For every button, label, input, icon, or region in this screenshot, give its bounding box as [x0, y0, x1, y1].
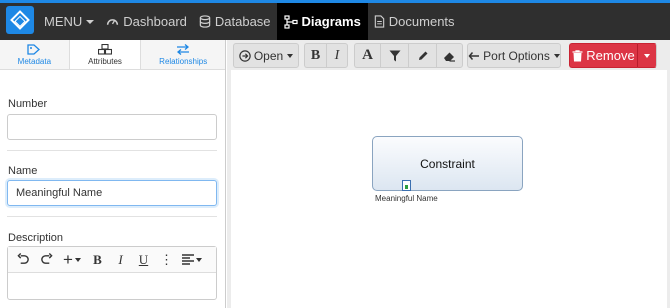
- tab-attributes[interactable]: Attributes: [69, 40, 142, 69]
- constraint-node[interactable]: Constraint: [372, 136, 523, 191]
- document-icon: [374, 15, 385, 28]
- menu-dropdown[interactable]: MENU: [38, 3, 100, 40]
- description-label: Description: [8, 232, 64, 244]
- divider: [7, 216, 217, 217]
- tab-relationships-label: Relationships: [159, 56, 208, 66]
- filter-icon: [389, 50, 400, 61]
- italic-button[interactable]: I: [109, 250, 132, 270]
- nav-database[interactable]: Database: [193, 3, 277, 40]
- font-button[interactable]: A: [354, 43, 380, 68]
- italic-button[interactable]: I: [326, 43, 348, 68]
- tag-icon: [27, 43, 41, 55]
- exchange-icon: [177, 43, 190, 55]
- nav-database-label: Database: [214, 14, 271, 29]
- open-button[interactable]: Open: [233, 43, 299, 68]
- divider: [7, 150, 217, 151]
- undo-icon: [17, 253, 29, 264]
- undo-button[interactable]: [12, 250, 35, 270]
- pencil-button[interactable]: [408, 43, 436, 68]
- insert-button[interactable]: +: [58, 250, 86, 270]
- description-editor: + B I U ⋮: [7, 246, 217, 300]
- properties-panel: Metadata Attributes Relationships Number…: [0, 40, 226, 308]
- bold-button[interactable]: B: [304, 43, 326, 68]
- redo-button[interactable]: [35, 250, 58, 270]
- style-group: A: [354, 43, 463, 68]
- tab-metadata-label: Metadata: [17, 56, 52, 66]
- more-options-button[interactable]: ⋮: [155, 250, 178, 270]
- tab-attributes-label: Attributes: [88, 56, 122, 66]
- chevron-down-icon: [287, 53, 294, 58]
- arrow-left-icon: [468, 51, 480, 60]
- chevron-down-icon: [74, 257, 81, 262]
- chevron-down-icon: [86, 19, 95, 24]
- port-options-button[interactable]: Port Options: [467, 43, 561, 68]
- nav-dashboard[interactable]: Dashboard: [100, 3, 193, 40]
- redo-icon: [41, 253, 53, 264]
- diagram-area: Open B I A Port Options Remove Constrain…: [227, 40, 670, 308]
- remove-label: Remove: [586, 48, 635, 63]
- chevron-down-icon: [553, 53, 560, 58]
- nav-documents[interactable]: Documents: [368, 3, 461, 40]
- filter-button[interactable]: [380, 43, 408, 68]
- properties-tabs: Metadata Attributes Relationships: [0, 40, 225, 70]
- name-label: Name: [8, 165, 38, 177]
- node-port[interactable]: [402, 180, 411, 191]
- nav-diagrams-label: Diagrams: [301, 14, 361, 29]
- cubes-icon: [98, 43, 113, 55]
- remove-button[interactable]: Remove: [569, 43, 637, 68]
- circle-arrow-right-icon: [239, 49, 251, 62]
- chevron-down-icon: [644, 53, 650, 58]
- eraser-icon: [444, 52, 455, 62]
- text-format-group: B I: [304, 43, 348, 68]
- open-label: Open: [253, 48, 284, 63]
- dashboard-icon: [107, 19, 119, 25]
- editor-toolbar: + B I U ⋮: [8, 247, 216, 273]
- nav-documents-label: Documents: [388, 14, 455, 29]
- node-caption: Meaningful Name: [375, 194, 438, 203]
- diagram-toolbar: Open B I A Port Options Remove: [227, 40, 670, 70]
- sitemap-icon: [283, 14, 298, 29]
- number-field[interactable]: [7, 114, 217, 140]
- nav-diagrams[interactable]: Diagrams: [276, 3, 368, 40]
- top-navbar: MENU Dashboard Database Diagrams Documen…: [0, 0, 670, 40]
- database-icon: [199, 15, 211, 28]
- pencil-icon: [418, 51, 427, 60]
- plus-icon: +: [63, 249, 73, 269]
- tab-relationships[interactable]: Relationships: [141, 40, 225, 69]
- chevron-down-icon: [196, 257, 202, 262]
- number-label: Number: [8, 98, 48, 110]
- align-button[interactable]: [178, 250, 206, 270]
- tab-metadata[interactable]: Metadata: [0, 40, 70, 69]
- node-title: Constraint: [420, 156, 475, 171]
- menu-label: MENU: [44, 14, 83, 29]
- underline-button[interactable]: U: [132, 250, 155, 270]
- trash-icon: [572, 49, 583, 61]
- align-left-icon: [182, 254, 194, 265]
- port-options-label: Port Options: [483, 48, 550, 63]
- nav-dashboard-label: Dashboard: [123, 14, 187, 29]
- bold-button[interactable]: B: [86, 250, 109, 270]
- remove-dropdown-button[interactable]: [637, 43, 657, 68]
- remove-group: Remove: [569, 43, 657, 68]
- eraser-button[interactable]: [436, 43, 463, 68]
- app-logo[interactable]: [6, 6, 34, 34]
- name-field[interactable]: Meaningful Name: [7, 180, 217, 206]
- diagram-canvas[interactable]: Constraint Meaningful Name: [231, 70, 667, 308]
